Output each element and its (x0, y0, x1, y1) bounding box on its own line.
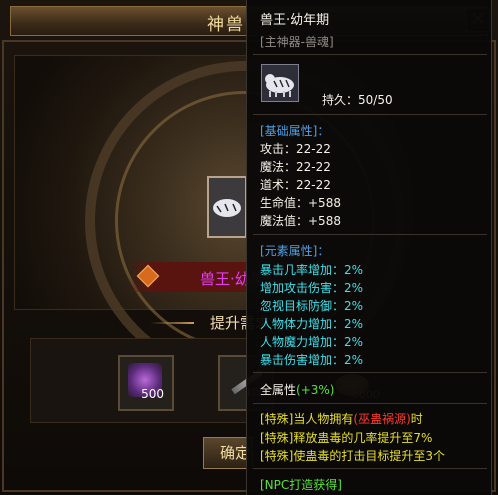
special-line-2: [特殊]释放蛊毒的几率提升至7% (260, 431, 433, 445)
material-slot-1[interactable]: 500 (118, 355, 174, 411)
special-tag: [特殊] (260, 449, 294, 463)
source-note: [NPC打造获得] (260, 478, 342, 492)
divider (253, 403, 487, 404)
item-icon-frame (261, 64, 299, 102)
elem-attr: 人物魔力增加：2% (260, 335, 364, 349)
base-attr: 生命值：+588 (260, 196, 341, 210)
all-attr-value: (+3%) (296, 383, 335, 397)
divider (253, 234, 487, 235)
divider (253, 372, 487, 373)
elem-attr-header: [元素属性]： (260, 244, 330, 258)
special-line-1: [特殊]当人物拥有(巫蛊祸源)时 (260, 412, 423, 426)
white-tiger-icon (265, 74, 294, 97)
durability: 持久：50/50 (322, 93, 393, 107)
divider (253, 114, 487, 115)
base-attr: 道术：22-22 (260, 178, 331, 192)
base-attr: 魔法：22-22 (260, 160, 331, 174)
item-tooltip: 兽王·幼年期 [主神器-兽魂] 持久：50/50 [基础属性]： 攻击：22-2… (246, 0, 492, 495)
divider (253, 468, 487, 469)
special-skill: (巫蛊祸源) (353, 412, 411, 426)
material-count: 500 (141, 387, 164, 401)
divider (253, 54, 487, 55)
item-type: [主神器-兽魂] (260, 35, 334, 49)
special-line-3: [特殊]使蛊毒的打击目标提升至3个 (260, 449, 446, 463)
elem-attr: 人物体力增加：2% (260, 317, 364, 331)
elem-attr: 暴击伤害增加：2% (260, 353, 364, 367)
center-beast-slot[interactable] (207, 176, 247, 238)
base-attr-header: [基础属性]： (260, 124, 330, 138)
all-attr-line: 全属性(+3%) (260, 381, 334, 398)
window-title: 神兽 (207, 15, 245, 35)
elem-attr: 暴击几率增加：2% (260, 263, 364, 277)
special-tag: [特殊] (260, 412, 294, 426)
elem-attr: 增加攻击伤害：2% (260, 281, 364, 295)
item-name: 兽王·幼年期 (260, 13, 330, 28)
all-attr-label: 全属性 (260, 383, 297, 397)
base-attr: 魔法值：+588 (260, 214, 341, 228)
divider-line (150, 322, 194, 324)
base-attr: 攻击：22-22 (260, 142, 331, 156)
white-tiger-icon (213, 199, 241, 217)
special-tag: [特殊] (260, 431, 294, 445)
elem-attr: 忽视目标防御：2% (260, 299, 364, 313)
